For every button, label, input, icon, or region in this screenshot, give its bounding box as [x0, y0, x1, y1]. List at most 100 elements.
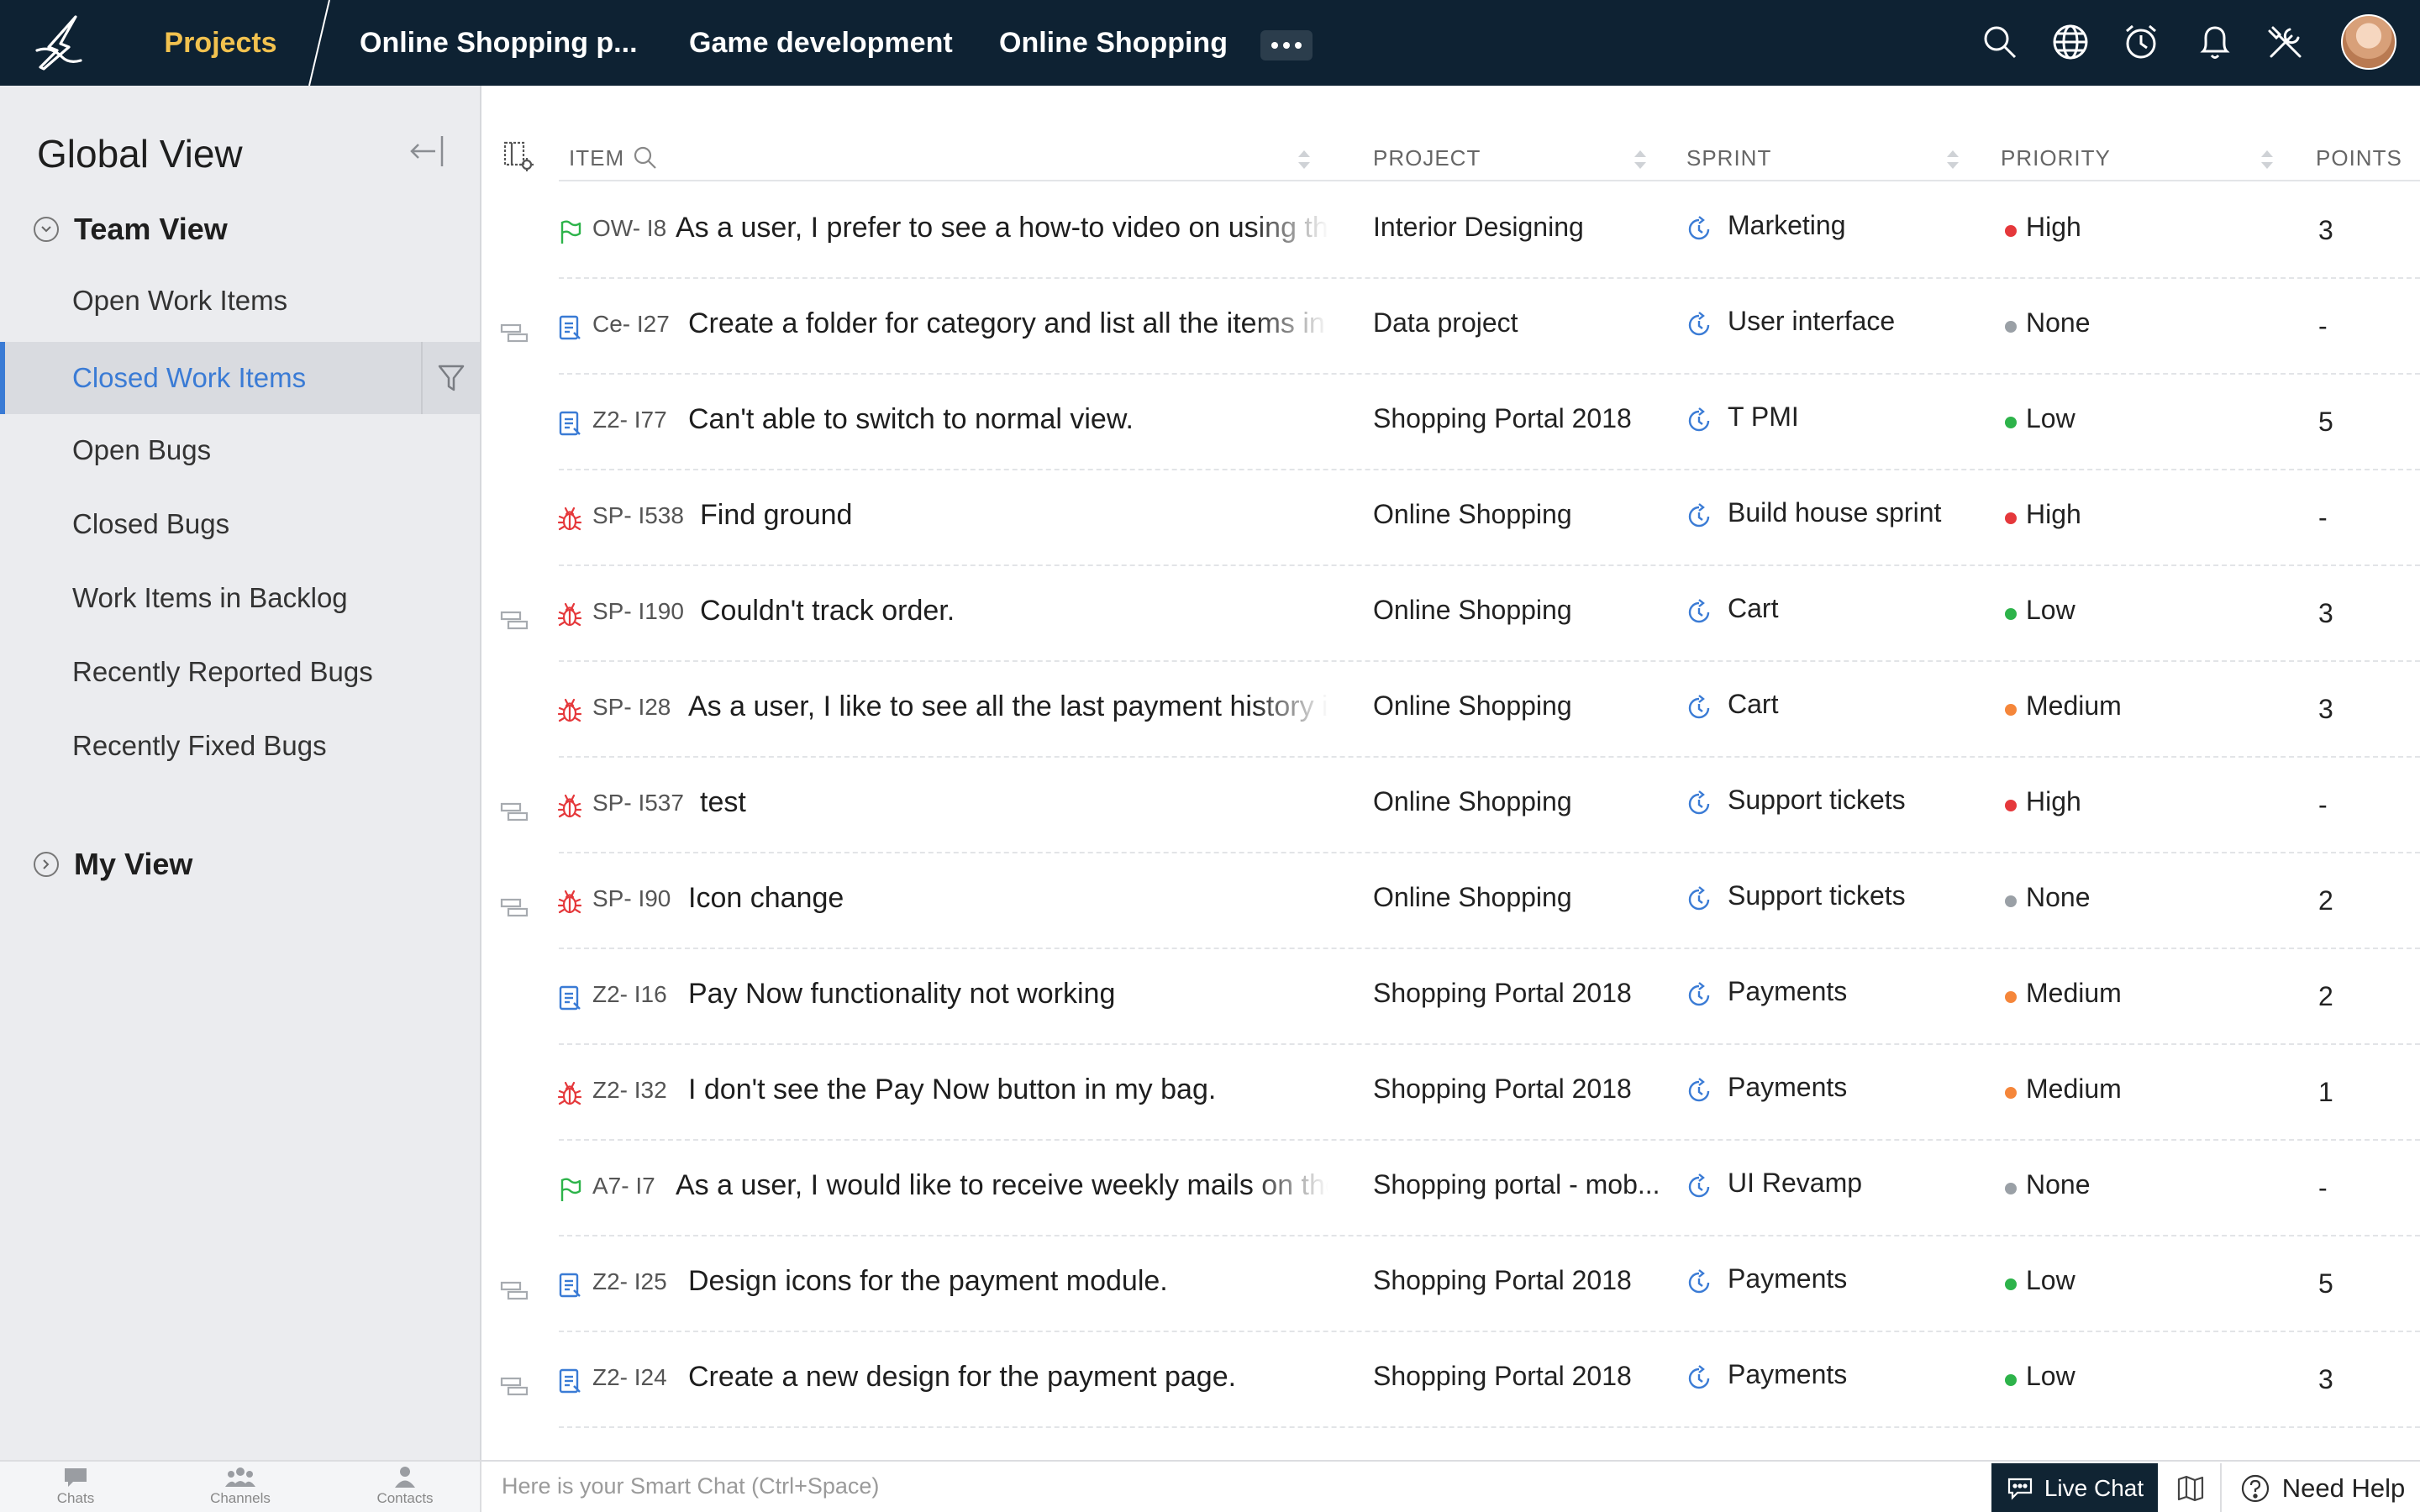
team-view-section[interactable]: Team View	[34, 208, 228, 250]
table-row[interactable]: SP- I28 As a user, I like to see all the…	[481, 662, 2420, 758]
map-icon[interactable]	[2161, 1463, 2222, 1512]
priority-cell[interactable]: None	[2026, 1169, 2091, 1200]
sidebar-item-closed-bugs[interactable]: Closed Bugs	[0, 488, 480, 560]
sort-icon[interactable]	[1944, 148, 1962, 171]
item-id[interactable]: Z2- I25	[592, 1268, 667, 1295]
priority-cell[interactable]: None	[2026, 882, 2091, 913]
more-tabs-button[interactable]	[1260, 30, 1313, 60]
table-row[interactable]: A7- I7 As a user, I would like to receiv…	[481, 1141, 2420, 1236]
column-settings-icon[interactable]	[502, 139, 535, 173]
table-row[interactable]: OW- I8 As a user, I prefer to see a how-…	[481, 183, 2420, 279]
table-row[interactable]: Z2- I16 Pay Now functionality not workin…	[481, 949, 2420, 1045]
sort-icon[interactable]	[1631, 148, 1649, 171]
channels-button[interactable]: Channels	[190, 1465, 291, 1512]
table-row[interactable]: Z2- I24 Create a new design for the paym…	[481, 1332, 2420, 1428]
priority-cell[interactable]: Low	[2026, 1265, 2075, 1296]
item-id[interactable]: SP- I190	[592, 598, 684, 625]
table-row[interactable]: SP- I190 Couldn't track order. Online Sh…	[481, 566, 2420, 662]
points-cell[interactable]: 2	[2318, 981, 2333, 1012]
table-row[interactable]: Z2- I32 I don't see the Pay Now button i…	[481, 1045, 2420, 1141]
column-header-project[interactable]: PROJECT	[1373, 143, 1481, 173]
sidebar-item-open-bugs[interactable]: Open Bugs	[0, 414, 480, 486]
table-row[interactable]: Ce- I27 Create a folder for category and…	[481, 279, 2420, 375]
contacts-button[interactable]: Contacts	[355, 1465, 455, 1512]
sprint-cell[interactable]: UI Revamp	[1728, 1168, 1862, 1199]
priority-cell[interactable]: Medium	[2026, 690, 2122, 722]
item-id[interactable]: SP- I90	[592, 885, 671, 912]
sprint-cell[interactable]: Payments	[1728, 1263, 1847, 1294]
item-title[interactable]: Can't able to switch to normal view.	[688, 403, 1328, 440]
points-cell[interactable]: 3	[2318, 598, 2333, 629]
points-cell[interactable]: -	[2318, 502, 2328, 533]
sort-icon[interactable]	[2258, 148, 2276, 171]
priority-cell[interactable]: High	[2026, 212, 2081, 243]
sprint-cell[interactable]: Payments	[1728, 976, 1847, 1007]
need-help-button[interactable]: Need Help	[2225, 1463, 2420, 1512]
column-header-item[interactable]: ITEM	[569, 143, 658, 173]
sidebar-item-recently-reported-bugs[interactable]: Recently Reported Bugs	[0, 636, 480, 708]
live-chat-button[interactable]: Live Chat	[1991, 1463, 2158, 1512]
item-title[interactable]: Couldn't track order.	[700, 595, 1328, 632]
user-avatar[interactable]	[2341, 14, 2396, 70]
my-view-section[interactable]: My View	[34, 843, 192, 885]
sort-icon[interactable]	[1295, 148, 1313, 171]
globe-icon[interactable]	[2049, 20, 2092, 64]
item-title[interactable]: Design icons for the payment module.	[688, 1265, 1328, 1302]
table-row[interactable]: Z2- I25 Design icons for the payment mod…	[481, 1236, 2420, 1332]
tab-online-shopping-portal[interactable]: Online Shopping p...	[360, 0, 638, 86]
sprint-cell[interactable]: Cart	[1728, 689, 1778, 720]
table-row[interactable]: SP- I538 Find ground Online Shopping Bui…	[481, 470, 2420, 566]
column-header-priority[interactable]: PRIORITY	[2001, 143, 2111, 173]
sidebar-item-work-items-in-backlog[interactable]: Work Items in Backlog	[0, 562, 480, 634]
sidebar-item-closed-work-items[interactable]: Closed Work Items	[0, 342, 480, 414]
sprint-cell[interactable]: T PMI	[1728, 402, 1799, 433]
subtask-icon[interactable]	[500, 801, 529, 822]
priority-cell[interactable]: Low	[2026, 595, 2075, 626]
table-row[interactable]: SP- I90 Icon change Online Shopping Supp…	[481, 853, 2420, 949]
points-cell[interactable]: -	[2318, 1173, 2328, 1204]
priority-cell[interactable]: Low	[2026, 403, 2075, 434]
item-id[interactable]: Z2- I16	[592, 981, 667, 1008]
collapse-sidebar-icon[interactable]	[407, 133, 447, 170]
item-title[interactable]: Pay Now functionality not working	[688, 978, 1328, 1015]
item-id[interactable]: Z2- I77	[592, 407, 667, 433]
table-row[interactable]: SP- I537 test Online Shopping Support ti…	[481, 758, 2420, 853]
filter-icon[interactable]	[421, 342, 480, 414]
points-cell[interactable]: 5	[2318, 407, 2333, 438]
points-cell[interactable]: 3	[2318, 1364, 2333, 1395]
column-header-points[interactable]: POINTS	[2316, 143, 2402, 173]
item-title[interactable]: As a user, I would like to receive weekl…	[676, 1169, 1328, 1206]
sprint-cell[interactable]: Marketing	[1728, 210, 1846, 241]
points-cell[interactable]: -	[2318, 790, 2328, 821]
priority-cell[interactable]: Medium	[2026, 1074, 2122, 1105]
bell-icon[interactable]	[2193, 20, 2237, 64]
points-cell[interactable]: 3	[2318, 215, 2333, 246]
priority-cell[interactable]: High	[2026, 499, 2081, 530]
tab-game-development[interactable]: Game development	[689, 0, 953, 86]
subtask-icon[interactable]	[500, 1376, 529, 1396]
projects-tab[interactable]: Projects	[118, 0, 324, 86]
subtask-icon[interactable]	[500, 897, 529, 917]
sprint-cell[interactable]: Cart	[1728, 593, 1778, 624]
item-title[interactable]: As a user, I like to see all the last pa…	[688, 690, 1328, 727]
item-title[interactable]: Find ground	[700, 499, 1328, 536]
points-cell[interactable]: 2	[2318, 885, 2333, 916]
sprint-cell[interactable]: User interface	[1728, 306, 1895, 337]
search-icon[interactable]	[1978, 20, 2022, 64]
sidebar-item-recently-fixed-bugs[interactable]: Recently Fixed Bugs	[0, 710, 480, 782]
points-cell[interactable]: -	[2318, 311, 2328, 342]
item-id[interactable]: Ce- I27	[592, 311, 670, 338]
sprint-cell[interactable]: Support tickets	[1728, 880, 1906, 911]
tab-online-shopping[interactable]: Online Shopping	[999, 0, 1228, 86]
priority-cell[interactable]: Medium	[2026, 978, 2122, 1009]
points-cell[interactable]: 5	[2318, 1268, 2333, 1299]
subtask-icon[interactable]	[500, 323, 529, 343]
item-title[interactable]: Create a folder for category and list al…	[688, 307, 1328, 344]
subtask-icon[interactable]	[500, 1280, 529, 1300]
subtask-icon[interactable]	[500, 610, 529, 630]
sprint-cell[interactable]: Build house sprint	[1728, 497, 1941, 528]
item-title[interactable]: Create a new design for the payment page…	[688, 1361, 1328, 1398]
points-cell[interactable]: 1	[2318, 1077, 2333, 1108]
priority-cell[interactable]: None	[2026, 307, 2091, 339]
tools-icon[interactable]	[2264, 20, 2307, 64]
